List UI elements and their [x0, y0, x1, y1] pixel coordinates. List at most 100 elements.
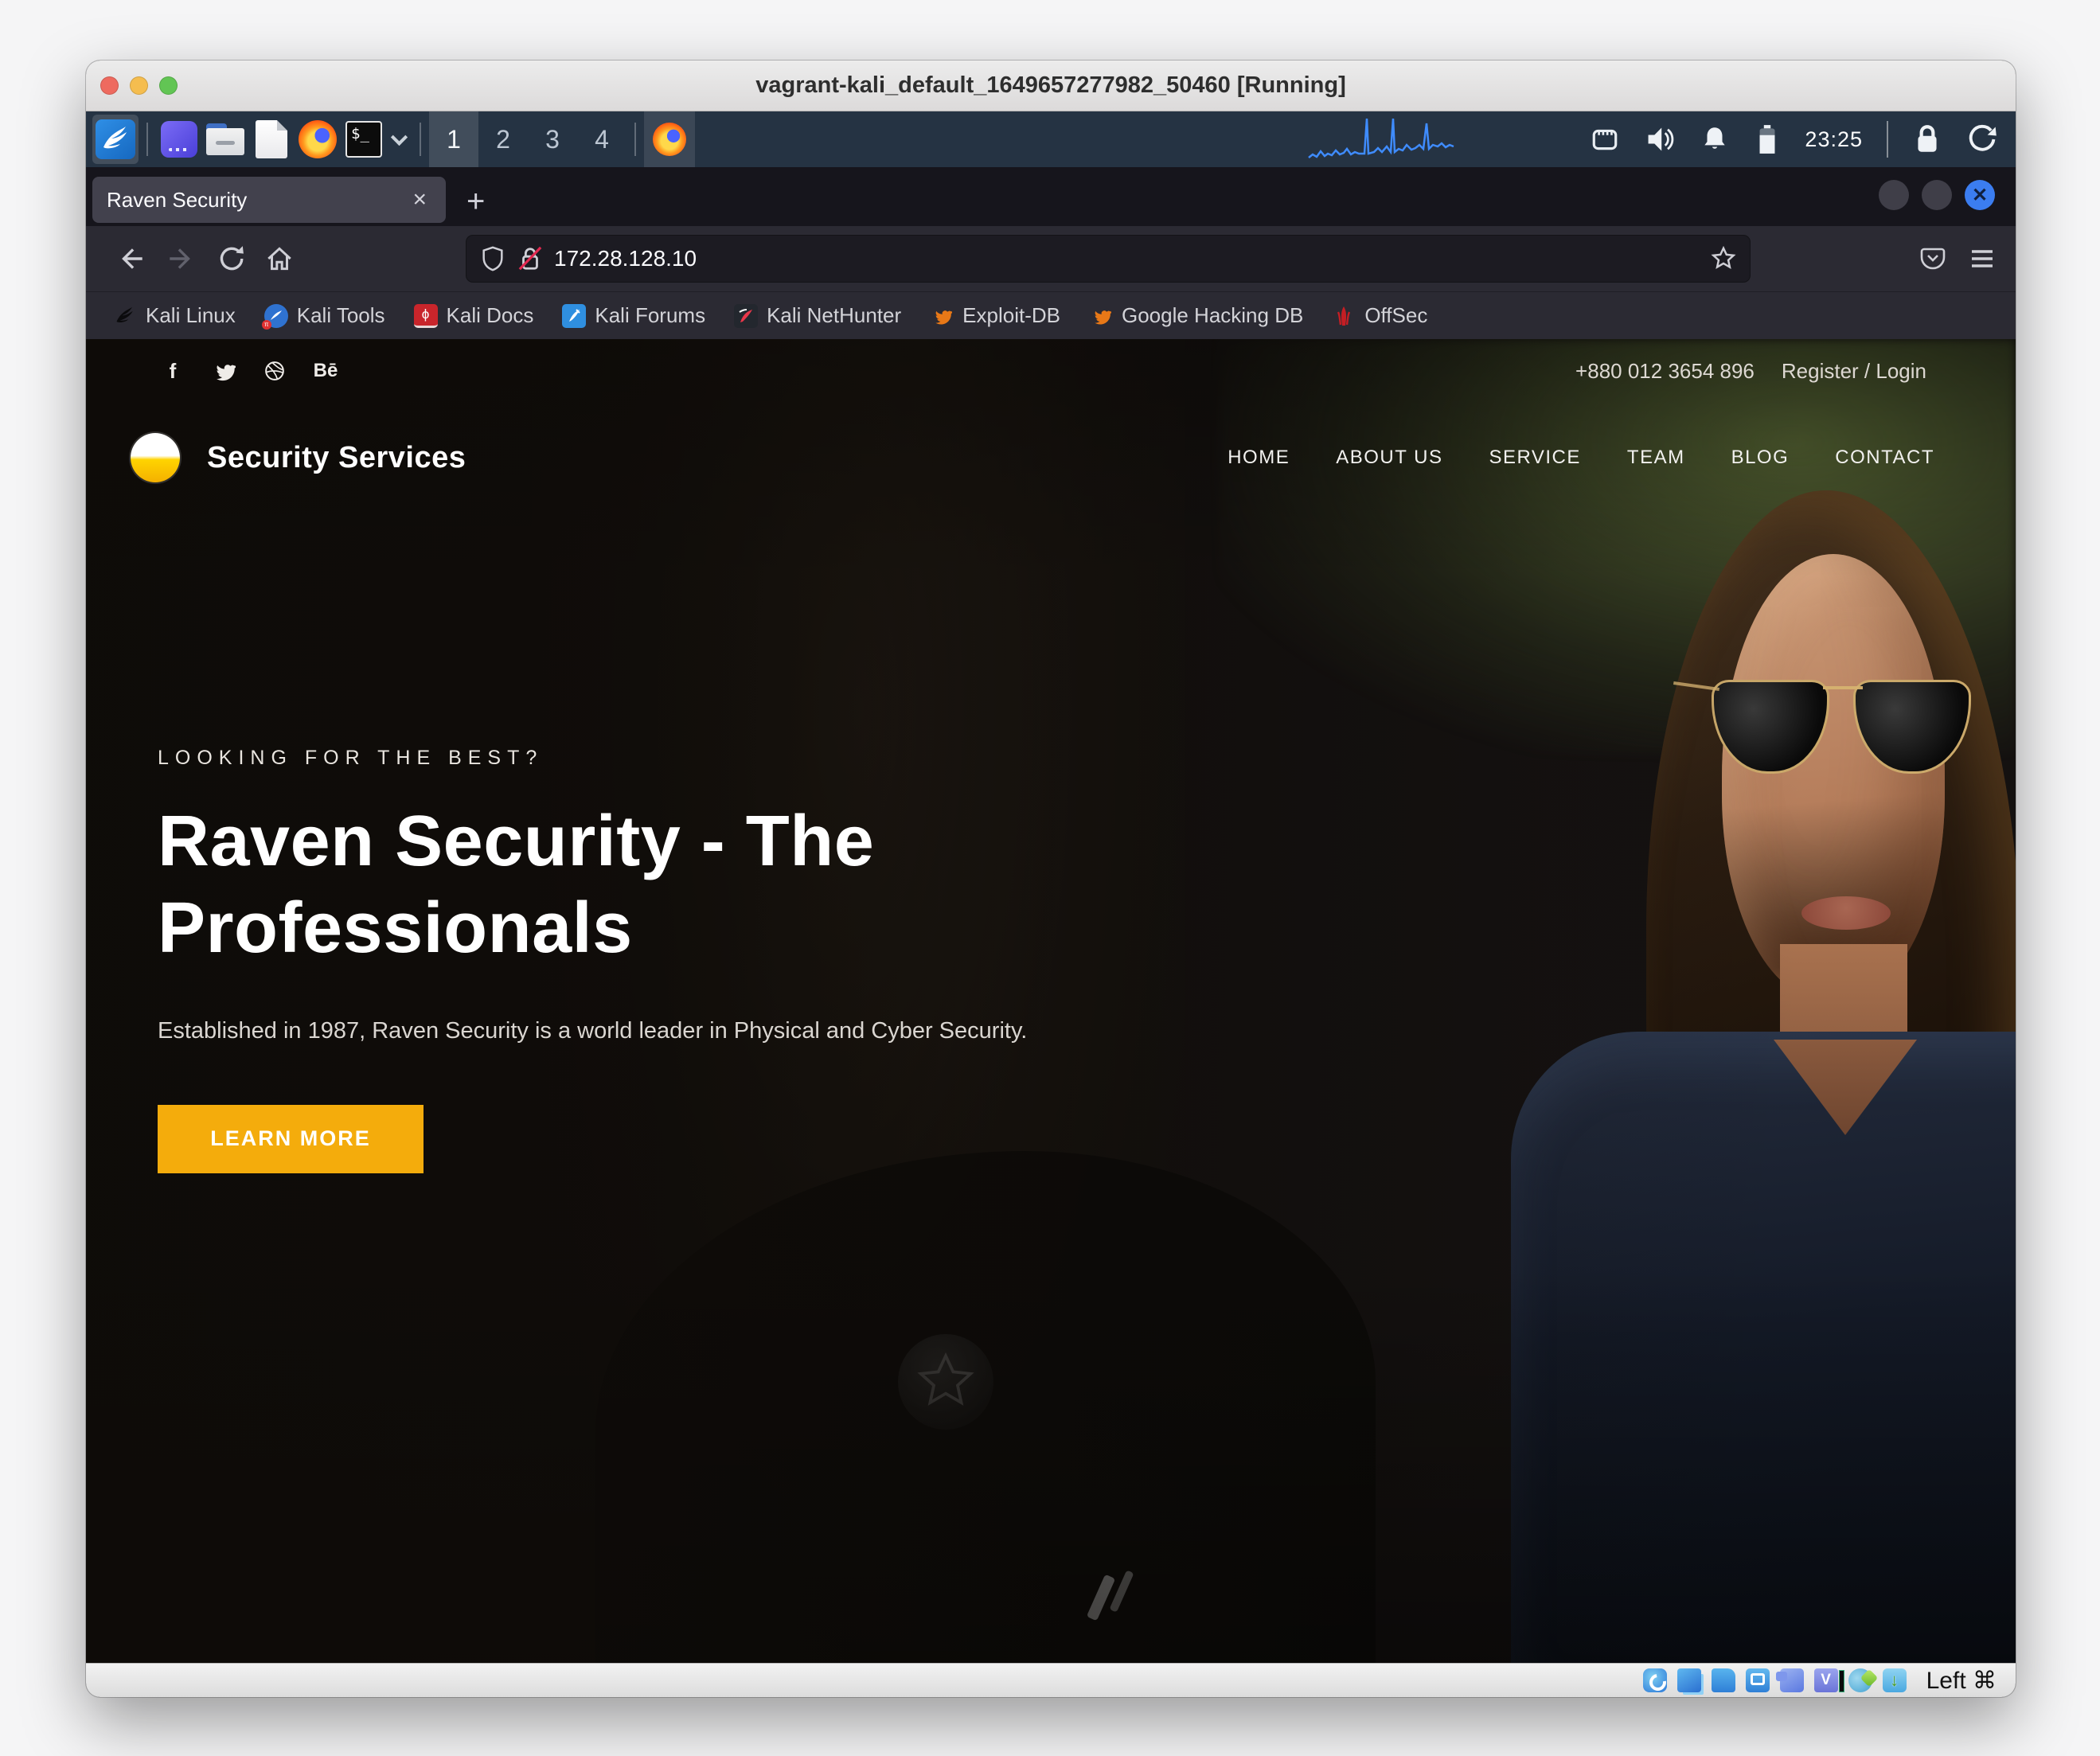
- new-tab-button[interactable]: +: [466, 184, 485, 220]
- nav-service[interactable]: SERVICE: [1489, 447, 1580, 469]
- offsec-icon: [1332, 304, 1356, 328]
- browser-window-controls: ✕: [1879, 180, 1995, 210]
- vbox-statusbar: V Left ⌘: [86, 1663, 2016, 1697]
- logout-icon[interactable]: [1966, 123, 1998, 155]
- nav-blog[interactable]: BLOG: [1731, 447, 1790, 469]
- shared-folder-status-icon[interactable]: [1712, 1668, 1735, 1692]
- dribbble-icon[interactable]: [261, 357, 288, 384]
- chevron-down-icon[interactable]: [391, 128, 408, 145]
- video-capture-status-icon[interactable]: [1780, 1668, 1804, 1692]
- workspace-4[interactable]: 4: [577, 111, 626, 167]
- kali-dragon-icon: [96, 119, 135, 159]
- navbar-right: [1918, 244, 1997, 273]
- notifications-bell-icon[interactable]: [1700, 124, 1730, 154]
- kali-menu-button[interactable]: [92, 115, 139, 164]
- tracking-shield-icon[interactable]: [479, 245, 506, 272]
- tab-close-button[interactable]: ×: [408, 186, 431, 213]
- register-login-link[interactable]: Register / Login: [1782, 359, 1926, 384]
- firefox-icon: [299, 120, 337, 158]
- kali-dragon-icon: [113, 304, 137, 328]
- clock[interactable]: 23:25: [1805, 127, 1863, 152]
- browser-tab[interactable]: Raven Security ×: [92, 177, 446, 223]
- workspace-2[interactable]: 2: [478, 111, 528, 167]
- virtualization-status-icon[interactable]: V: [1814, 1668, 1838, 1692]
- browser-minimize-button[interactable]: [1879, 180, 1909, 210]
- mouse-integration-status-icon[interactable]: [1848, 1668, 1872, 1692]
- bookmark-kali-tools[interactable]: π Kali Tools: [264, 303, 385, 328]
- menu-hamburger-icon[interactable]: [1968, 244, 1997, 273]
- text-editor-icon: [256, 120, 287, 158]
- battery-icon[interactable]: [1754, 123, 1781, 155]
- app-grid-icon: [161, 121, 197, 158]
- firefox-tabbar: Raven Security × + ✕: [86, 167, 2016, 226]
- bookmark-kali-linux[interactable]: Kali Linux: [113, 303, 236, 328]
- tray-separator: [1887, 121, 1888, 158]
- bookmark-kali-nethunter[interactable]: Kali NetHunter: [734, 303, 901, 328]
- terminal-button[interactable]: $_: [341, 115, 387, 164]
- bookmark-kali-docs[interactable]: ϕ Kali Docs: [414, 303, 534, 328]
- nav-team[interactable]: TEAM: [1627, 447, 1685, 469]
- workspace-3[interactable]: 3: [528, 111, 577, 167]
- site-header: Security Services HOME ABOUT US SERVICE …: [86, 414, 2016, 501]
- tab-title: Raven Security: [107, 188, 408, 213]
- url-text[interactable]: 172.28.128.10: [554, 246, 1710, 271]
- terminal-icon: $_: [345, 121, 382, 158]
- google-hacking-bird-icon: [1089, 304, 1113, 328]
- bookmark-google-hacking-db[interactable]: Google Hacking DB: [1089, 303, 1303, 328]
- network-displays-status-icon[interactable]: [1677, 1668, 1701, 1692]
- behance-icon[interactable]: Bē: [312, 357, 339, 384]
- panel-separator: [146, 123, 148, 156]
- kali-forums-icon: [562, 304, 586, 328]
- host-key-label: Left ⌘: [1926, 1667, 1997, 1695]
- brand-name: Security Services: [207, 441, 466, 475]
- twitter-icon[interactable]: [210, 357, 237, 384]
- social-links: f Bē: [159, 357, 339, 384]
- brand-logo-icon: [131, 433, 180, 482]
- learn-more-button[interactable]: LEARN MORE: [158, 1105, 424, 1173]
- lock-screen-icon[interactable]: [1912, 123, 1942, 156]
- firefox-launcher-button[interactable]: [295, 115, 341, 164]
- kali-tools-icon: π: [264, 304, 288, 328]
- nav-about-us[interactable]: ABOUT US: [1336, 447, 1442, 469]
- hero-description: Established in 1987, Raven Security is a…: [158, 1018, 1113, 1044]
- main-nav: HOME ABOUT US SERVICE TEAM BLOG CONTACT: [1228, 447, 1934, 469]
- auto-resize-status-icon[interactable]: [1883, 1668, 1907, 1692]
- insecure-lock-icon[interactable]: [517, 245, 543, 272]
- file-manager-button[interactable]: [202, 115, 248, 164]
- kali-nethunter-icon: [734, 304, 758, 328]
- home-button[interactable]: [255, 234, 304, 283]
- nav-home[interactable]: HOME: [1228, 447, 1290, 469]
- firefox-icon: [653, 123, 686, 156]
- audio-waveform-graph: [1307, 118, 1522, 162]
- panel-separator: [634, 123, 636, 156]
- facebook-icon[interactable]: f: [159, 357, 186, 384]
- bookmark-exploit-db[interactable]: Exploit-DB: [930, 303, 1060, 328]
- bookmark-offsec[interactable]: OffSec: [1332, 303, 1427, 328]
- screen-tray-icon[interactable]: [1590, 124, 1620, 154]
- bookmark-kali-forums[interactable]: Kali Forums: [562, 303, 705, 328]
- url-bar[interactable]: 172.28.128.10: [466, 236, 1750, 282]
- text-editor-button[interactable]: [248, 115, 295, 164]
- hero-eyebrow: LOOKING FOR THE BEST?: [158, 747, 1272, 770]
- nav-contact[interactable]: CONTACT: [1835, 447, 1934, 469]
- brand[interactable]: Security Services: [131, 433, 466, 482]
- volume-icon[interactable]: [1644, 123, 1676, 155]
- display-status-icon[interactable]: [1746, 1668, 1770, 1692]
- pocket-icon[interactable]: [1918, 244, 1947, 273]
- hero-title: Raven Security - The Professionals: [158, 798, 1200, 972]
- workspace-1[interactable]: 1: [429, 111, 478, 167]
- app-grid-button[interactable]: [156, 115, 202, 164]
- vm-titlebar: vagrant-kali_default_1649657277982_50460…: [86, 60, 2016, 111]
- page-viewport: f Bē +880 012 3654 896 Register / Login …: [86, 339, 2016, 1663]
- panel-separator: [420, 123, 421, 156]
- reload-button[interactable]: [205, 234, 255, 283]
- exploit-db-bird-icon: [930, 304, 954, 328]
- browser-close-button[interactable]: ✕: [1965, 180, 1995, 210]
- browser-maximize-button[interactable]: [1922, 180, 1952, 210]
- bookmark-star-icon[interactable]: [1710, 245, 1737, 272]
- back-button[interactable]: [107, 234, 156, 283]
- taskbar-firefox-window[interactable]: [644, 111, 695, 167]
- forward-button[interactable]: [156, 234, 205, 283]
- kali-panel: $_ 1 2 3 4: [86, 111, 2016, 167]
- hard-disk-status-icon[interactable]: [1643, 1668, 1667, 1692]
